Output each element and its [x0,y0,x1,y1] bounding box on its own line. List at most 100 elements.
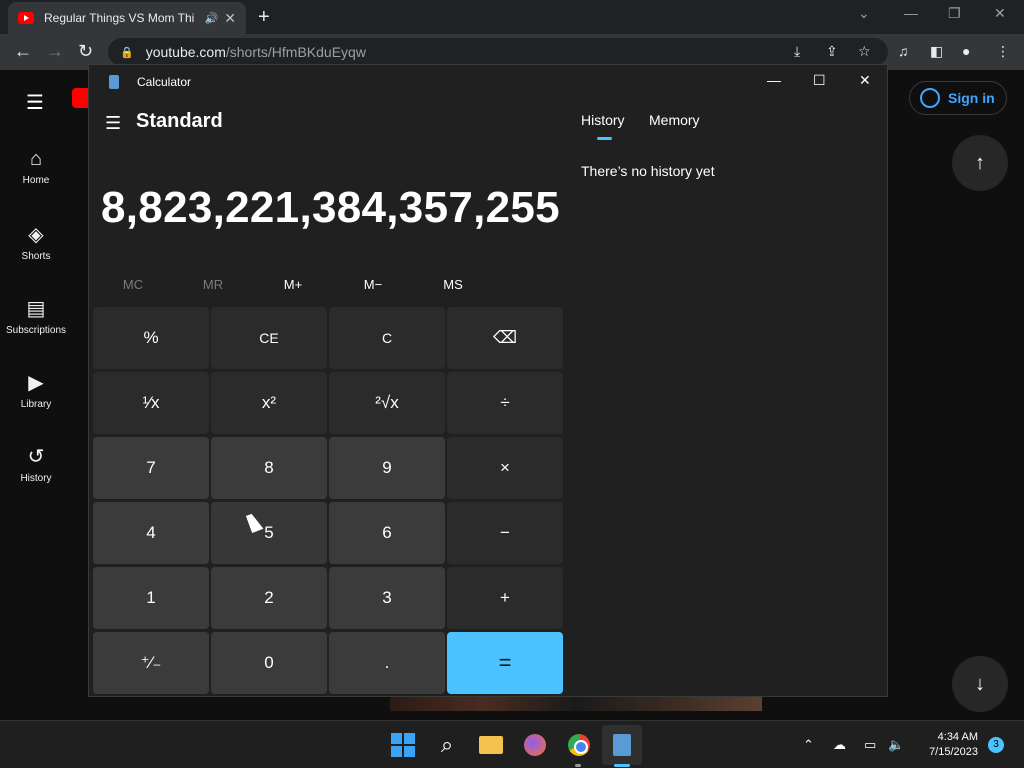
video-thumbnail [390,697,762,711]
new-tab-button[interactable]: + [258,6,270,29]
divide-button[interactable]: ÷ [447,372,563,434]
profile-icon[interactable]: ● [962,43,970,59]
history-icon: ↺ [27,446,45,468]
hamburger-menu-icon[interactable]: ☰ [26,90,44,115]
tab-search-icon[interactable]: ⌄ [858,5,870,22]
active-tab-indicator [597,137,612,140]
back-icon[interactable]: ← [14,41,32,62]
clear-button[interactable]: C [329,307,445,369]
system-clock[interactable]: 4:34 AM 7/15/2023 [918,730,978,760]
folder-icon [479,736,503,754]
percent-button[interactable]: % [93,307,209,369]
file-explorer-button[interactable] [477,731,505,759]
notification-badge[interactable]: 3 [988,737,1004,753]
url-path: /shorts/HfmBKduEyqw [225,44,366,60]
digit-0-button[interactable]: 0 [211,632,327,694]
address-bar[interactable]: 🔒 youtube.com/shorts/HfmBKduEyqw [108,38,888,66]
memory-recall-button[interactable]: MR [173,277,253,292]
multiply-button[interactable]: × [447,437,563,499]
subtract-button[interactable]: − [447,502,563,564]
onedrive-icon[interactable]: ☁ [833,737,846,753]
bookmark-star-icon[interactable]: ☆ [858,43,871,60]
sidebar-item-label: Library [20,399,52,410]
sidebar-item-shorts[interactable]: ◈ Shorts [0,222,72,262]
active-indicator [614,764,630,767]
calculator-window: Calculator — ☐ ✕ ☰ Standard 8,823,221,38… [88,64,888,697]
digit-6-button[interactable]: 6 [329,502,445,564]
install-icon[interactable]: ⤓ [794,43,800,60]
square-button[interactable]: x² [211,372,327,434]
digit-9-button[interactable]: 9 [329,437,445,499]
digit-7-button[interactable]: 7 [93,437,209,499]
more-menu-icon[interactable]: ⋮ [996,43,1010,60]
close-icon[interactable]: ✕ [994,5,1006,22]
close-icon[interactable]: ✕ [859,72,871,89]
next-short-button[interactable]: ↓ [952,656,1008,712]
memory-store-button[interactable]: MS [413,277,493,292]
account-icon [920,88,940,108]
tab-title: Regular Things VS Mom Thi [44,11,195,25]
subscriptions-icon: ▤ [26,298,46,320]
browser-tab[interactable]: Regular Things VS Mom Thi 🔊 ✕ [8,2,246,34]
forward-icon[interactable]: → [46,41,64,62]
url-host: youtube.com [145,44,226,60]
add-button[interactable]: + [447,567,563,629]
chrome-button[interactable] [565,731,593,759]
reload-icon[interactable]: ↻ [78,41,93,62]
square-root-button[interactable]: ²√x [329,372,445,434]
minimize-icon[interactable]: — [767,72,781,88]
volume-icon[interactable]: 🔈 [888,737,904,753]
media-control-icon[interactable]: ♫ [898,43,909,59]
calculator-titlebar[interactable]: Calculator — ☐ ✕ [89,65,887,99]
decimal-button[interactable]: . [329,632,445,694]
memory-row: MC MR M+ M− MS [93,277,569,292]
memory-clear-button[interactable]: MC [93,277,173,292]
calculator-icon [613,734,631,756]
sidebar-item-home[interactable]: ⌂ Home [0,148,72,186]
tab-history[interactable]: History [581,112,625,128]
lock-icon: 🔒 [120,46,134,59]
digit-8-button[interactable]: 8 [211,437,327,499]
sidebar-item-library[interactable]: ▶ Library [0,370,72,410]
backspace-button[interactable]: ⌫ [447,307,563,369]
tab-close-icon[interactable]: ✕ [224,10,236,27]
sidebar-item-subscriptions[interactable]: ▤ Subscriptions [0,296,72,336]
side-panel-icon[interactable]: ◧ [930,43,943,60]
arrow-up-icon: ↑ [975,151,985,174]
digit-4-button[interactable]: 4 [93,502,209,564]
speaker-icon[interactable]: 🔊 [205,12,219,25]
digit-3-button[interactable]: 3 [329,567,445,629]
previous-short-button[interactable]: ↑ [952,135,1008,191]
chevron-up-icon[interactable]: ⌃ [803,737,814,753]
firefox-button[interactable] [521,731,549,759]
navigation-menu-icon[interactable]: ☰ [105,113,121,134]
digit-2-button[interactable]: 2 [211,567,327,629]
equals-button[interactable]: = [447,632,563,694]
calculator-app-icon [109,75,119,89]
sign-in-button[interactable]: Sign in [909,81,1007,115]
start-button[interactable] [389,731,417,759]
windows-logo-icon [391,733,415,757]
maximize-icon[interactable]: ☐ [813,72,826,89]
history-empty-message: There’s no history yet [581,163,715,179]
windows-taskbar: ⌕ ⌃ ☁ ▭ 🔈 4:34 AM 7/15/2023 3 [0,720,1024,768]
sidebar-item-label: Subscriptions [5,325,67,336]
reciprocal-button[interactable]: ¹⁄x [93,372,209,434]
digit-1-button[interactable]: 1 [93,567,209,629]
clock-time: 4:34 AM [937,731,978,743]
minimize-icon[interactable]: — [904,5,918,21]
search-icon[interactable]: ⌕ [433,731,461,759]
share-icon[interactable]: ⇪ [826,43,838,60]
arrow-down-icon: ↓ [975,672,985,695]
sidebar-item-history[interactable]: ↺ History [0,444,72,484]
negate-button[interactable]: ⁺⁄₋ [93,632,209,694]
memory-add-button[interactable]: M+ [253,277,333,292]
calculator-taskbar-button[interactable] [608,731,636,759]
youtube-favicon-icon [18,12,34,24]
clear-entry-button[interactable]: CE [211,307,327,369]
network-icon[interactable]: ▭ [864,737,876,753]
memory-subtract-button[interactable]: M− [333,277,413,292]
digit-5-button[interactable]: 5 [211,502,327,564]
restore-icon[interactable]: ❐ [948,5,961,22]
tab-memory[interactable]: Memory [649,112,700,128]
